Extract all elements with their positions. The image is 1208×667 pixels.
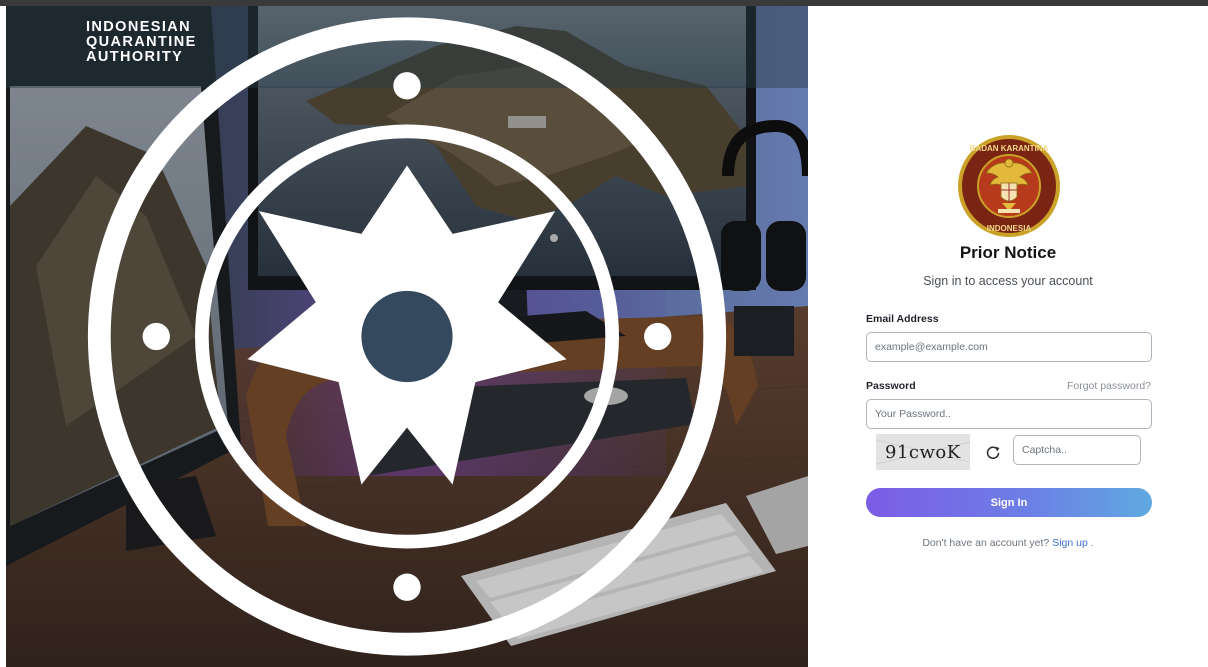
email-field[interactable] [866, 332, 1152, 362]
password-field[interactable] [866, 399, 1152, 429]
forgot-password-link[interactable]: Forgot password? [1067, 380, 1151, 392]
refresh-icon[interactable] [984, 443, 1002, 461]
brand-line-2: QUARANTINE [86, 34, 197, 50]
captcha-code: 91cwoK [885, 442, 961, 463]
brand-line-3: AUTHORITY [86, 49, 184, 65]
page-title: Prior Notice [959, 243, 1057, 262]
page-subtitle: Sign in to access your account [923, 274, 1093, 288]
emblem-ring-text-top: BADAN KARANTINA [970, 144, 1049, 153]
email-label: Email Address [866, 313, 939, 325]
password-label: Password [866, 380, 916, 392]
captcha-image: 91cwoK [876, 434, 970, 470]
sign-up-link[interactable]: Sign up [1052, 537, 1088, 549]
hero-image: INDONESIAN QUARANTINE AUTHORITY [6, 6, 808, 667]
signup-suffix: . [1087, 537, 1094, 549]
brand-name: INDONESIAN QUARANTINE AUTHORITY [86, 20, 197, 65]
sign-in-button[interactable]: Sign In [866, 488, 1152, 517]
signup-prefix: Don't have an account yet? [922, 537, 1050, 549]
badan-karantina-garuda-emblem-icon: BADAN KARANTINA INDONESIA [958, 135, 1060, 237]
emblem-ring-text-bottom: INDONESIA [987, 224, 1032, 233]
quarantine-authority-garuda-seal-icon [87, 17, 727, 656]
brand-line-1: INDONESIAN [86, 19, 192, 35]
sign-in-panel: BADAN KARANTINA INDONESIA Prior Notice S… [808, 6, 1208, 667]
signup-prompt: Don't have an account yet? Sign up . [808, 537, 1208, 549]
captcha-field[interactable] [1013, 435, 1141, 465]
